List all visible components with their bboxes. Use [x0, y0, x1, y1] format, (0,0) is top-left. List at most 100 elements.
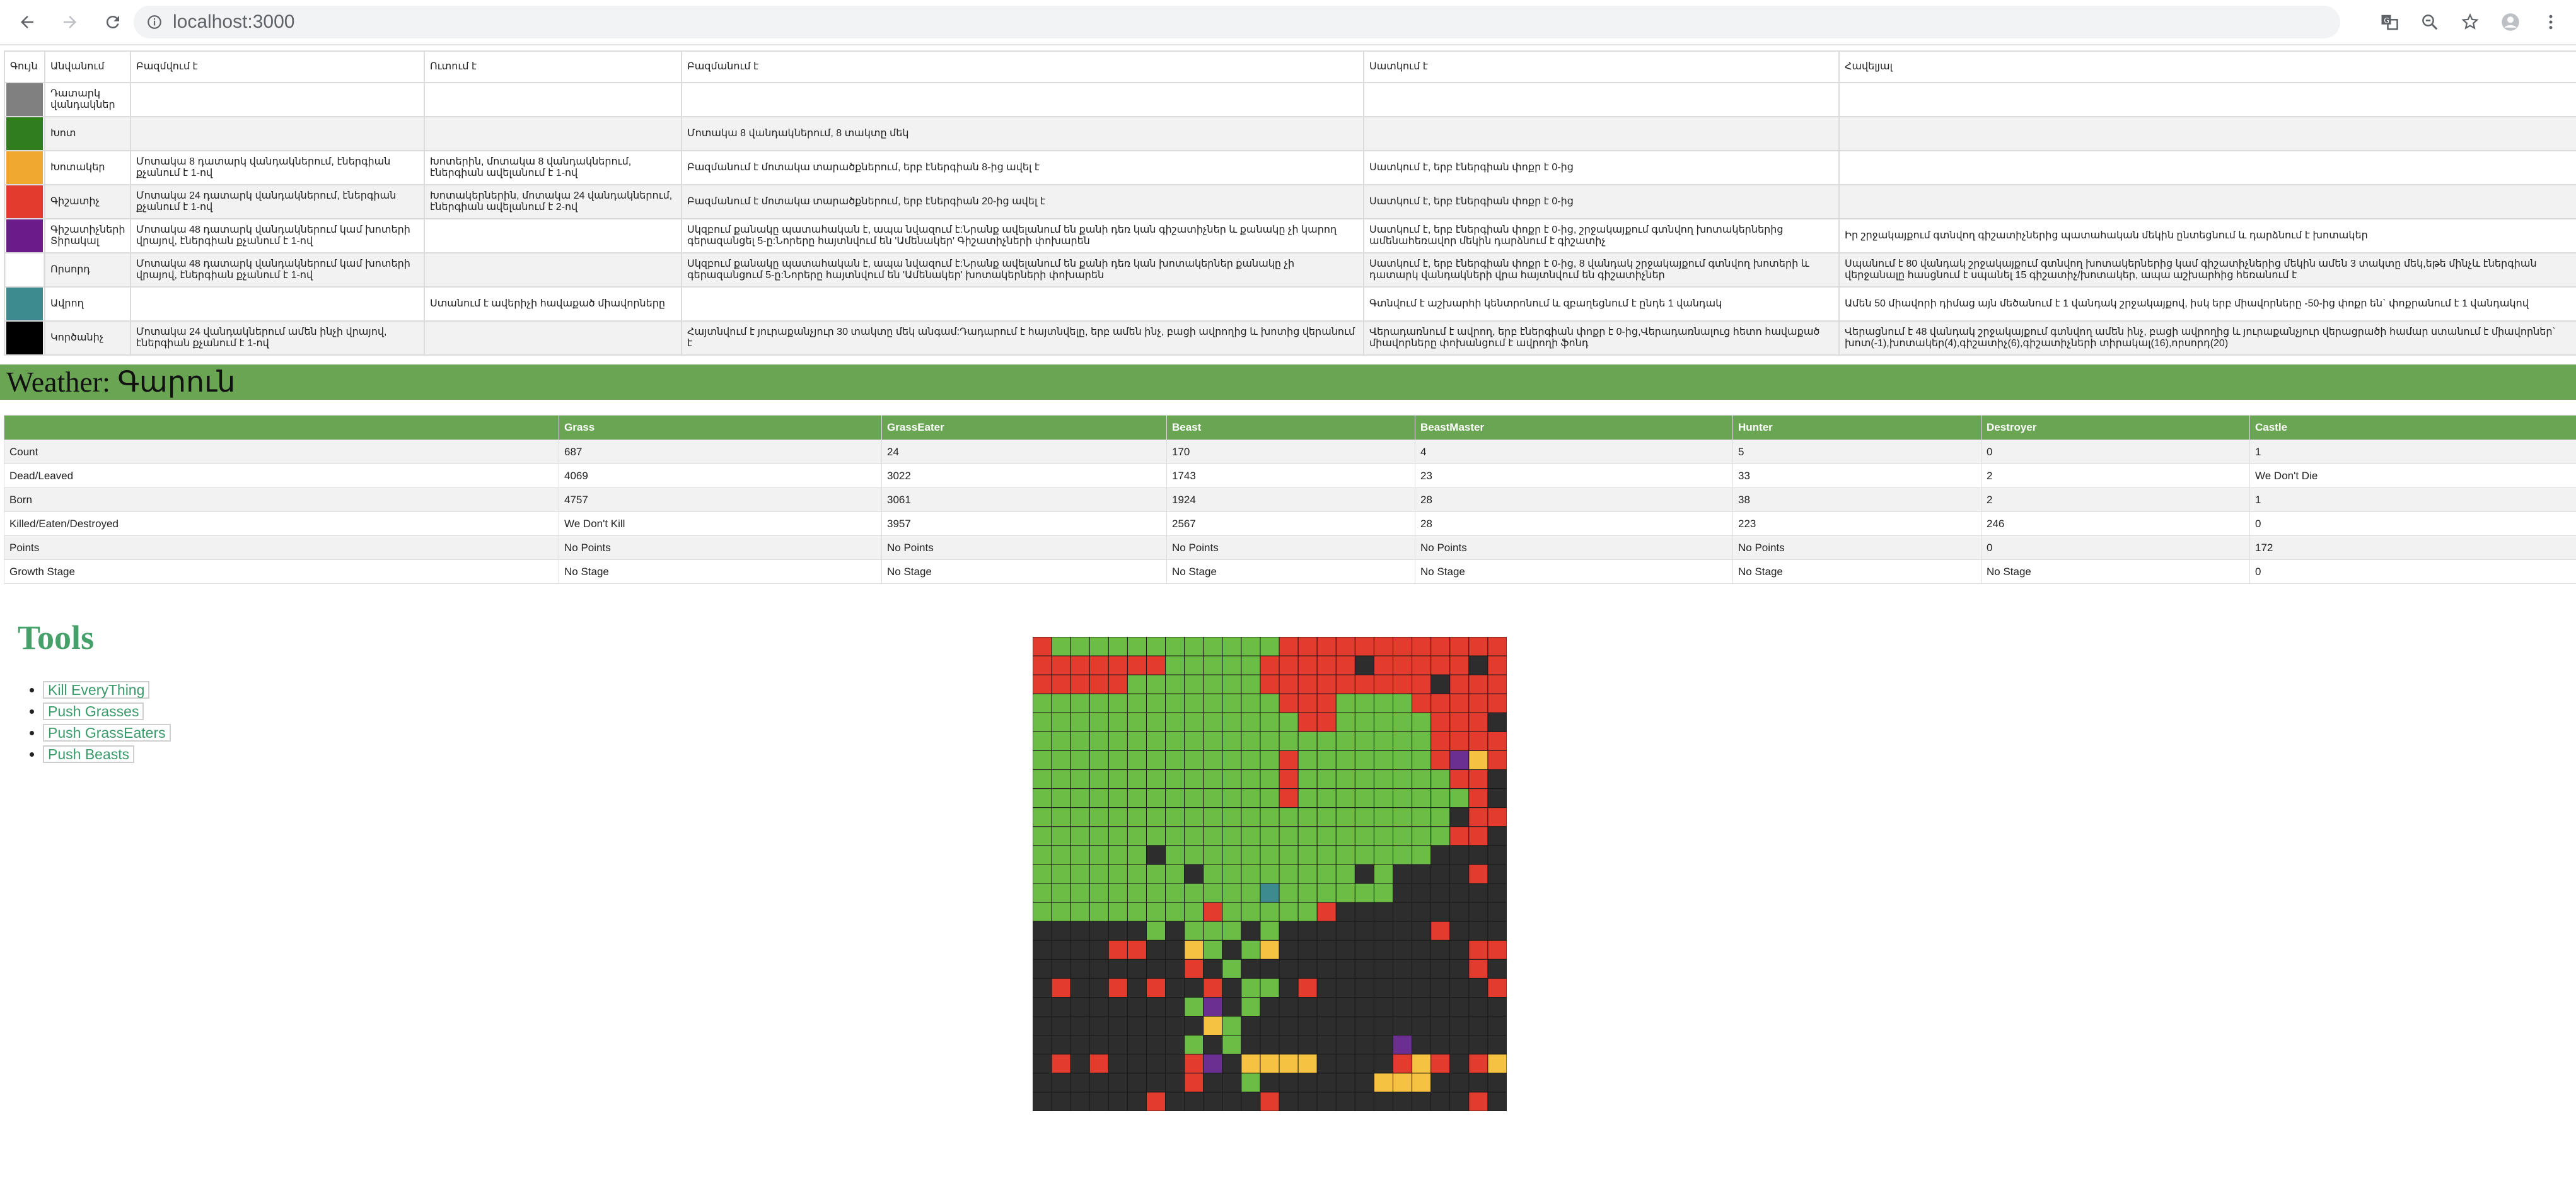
grid-cell [1089, 921, 1109, 941]
grid-cell [1449, 712, 1470, 732]
grid-cell [1449, 997, 1470, 1017]
grid-cell [1108, 731, 1128, 751]
stats-cell: No Points [1415, 535, 1733, 560]
grid-cell [1241, 769, 1261, 790]
grid-cell [1412, 693, 1432, 713]
grid-cell [1146, 807, 1166, 827]
grid-cell [1203, 864, 1223, 884]
grid-cell [1165, 655, 1185, 675]
stats-header-cell: Hunter [1732, 415, 1981, 440]
grid-cell [1070, 883, 1090, 903]
grid-cell [1222, 864, 1242, 884]
stats-cell: 0 [1981, 535, 2250, 560]
star-icon[interactable] [2455, 7, 2485, 37]
grid-cell [1165, 1092, 1185, 1111]
grid-cell [1146, 731, 1166, 751]
legend-dies [1363, 116, 1840, 151]
grid-cell [1184, 674, 1204, 694]
grid-cell [1184, 807, 1204, 827]
stats-row: Killed/Eaten/Destroyed We Don't Kill 3957 2… [4, 511, 2576, 536]
stats-cell: No Stage [559, 559, 882, 584]
grid-cell [1033, 731, 1052, 751]
grid-cell [1487, 902, 1507, 922]
tool-item: Push Grasses [43, 702, 171, 720]
grid-cell [1146, 921, 1166, 941]
grid-cell [1108, 1016, 1128, 1036]
grid-cell [1070, 637, 1090, 656]
color-swatch [6, 219, 43, 252]
grid-cell [1165, 883, 1185, 903]
grid-cell [1108, 902, 1128, 922]
grid-cell [1222, 750, 1242, 771]
grid-cell [1260, 1054, 1280, 1074]
grid-cell [1203, 940, 1223, 960]
stats-cell: No Points [881, 535, 1167, 560]
grid-cell [1449, 655, 1470, 675]
push-beasts-button[interactable]: Push Beasts [43, 745, 135, 763]
stats-cell: 2567 [1166, 511, 1415, 536]
grid-cell [1070, 826, 1090, 846]
zoom-icon[interactable] [2415, 7, 2445, 37]
kill-everything-button[interactable]: Kill EveryThing [43, 681, 150, 699]
grid-cell [1222, 826, 1242, 846]
address-bar[interactable]: localhost:3000 [134, 6, 2340, 38]
stats-cell: 33 [1732, 463, 1981, 488]
grid-cell [1203, 977, 1223, 998]
grid-cell [1335, 826, 1355, 846]
grid-cell [1127, 902, 1147, 922]
grid-cell [1260, 902, 1280, 922]
stats-cell: No Stage [1166, 559, 1415, 584]
grid-cell [1033, 750, 1052, 771]
grid-cell [1297, 1073, 1318, 1093]
grid-cell [1070, 807, 1090, 827]
grid-cell [1373, 674, 1394, 694]
forward-icon[interactable] [54, 6, 86, 38]
grid-cell [1203, 997, 1223, 1017]
grid-cell [1089, 693, 1109, 713]
grid-cell [1468, 864, 1488, 884]
profile-icon[interactable] [2495, 7, 2526, 37]
stats-cell: 1 [2249, 440, 2576, 464]
info-icon[interactable] [146, 14, 163, 30]
grid-cell [1260, 655, 1280, 675]
back-icon[interactable] [11, 6, 43, 38]
grid-cell [1316, 1035, 1337, 1055]
grid-cell [1222, 940, 1242, 960]
grid-cell [1279, 921, 1299, 941]
grid-cell [1487, 864, 1507, 884]
reload-icon[interactable] [97, 6, 129, 38]
grid-cell [1108, 637, 1128, 656]
grid-cell [1089, 637, 1109, 656]
grid-cell [1412, 788, 1432, 808]
grid-cell [1127, 750, 1147, 771]
grid-cell [1127, 693, 1147, 713]
grid-cell [1089, 864, 1109, 884]
browser-toolbar: localhost:3000 G [0, 0, 2576, 45]
grid-cell [1089, 1092, 1109, 1111]
grid-cell [1146, 1016, 1166, 1036]
grid-cell [1108, 977, 1128, 998]
grid-cell [1468, 1016, 1488, 1036]
push-grasses-button[interactable]: Push Grasses [43, 702, 144, 720]
grid-cell [1468, 637, 1488, 656]
grid-cell [1430, 655, 1451, 675]
legend-dies: Սատկում է, երբ էներգիան փոքր է 0-ից [1363, 184, 1840, 219]
grid-cell [1354, 1016, 1374, 1036]
grid-cell [1222, 1016, 1242, 1036]
stats-table: Grass GrassEater Beast BeastMaster Hunter Des… [4, 415, 2576, 584]
legend-row: Գիշատիչների Տիրակալ Մոտակա 48 դատարկ վանդ… [4, 218, 2576, 254]
push-grasseaters-button[interactable]: Push GrassEaters [43, 724, 171, 742]
translate-icon[interactable]: G [2374, 7, 2405, 37]
stats-cell: 246 [1981, 511, 2250, 536]
stats-cell: 0 [2249, 559, 2576, 584]
grid-cell [1393, 731, 1413, 751]
legend-multiplies: Մոտակա 8 վանդակներում, 8 տակտը մեկ [681, 116, 1364, 151]
grid-cell [1165, 788, 1185, 808]
grid-cell [1033, 1016, 1052, 1036]
stats-row: Born 4757 3061 1924 28 38 2 1 [4, 487, 2576, 512]
grid-cell [1468, 1054, 1488, 1074]
simulation-canvas[interactable] [1033, 637, 1507, 1111]
menu-icon[interactable] [2536, 7, 2566, 37]
grid-cell [1146, 997, 1166, 1017]
legend-multiplies: Սկզբում քանակը պատահական է, ապա նվազում … [681, 252, 1364, 288]
